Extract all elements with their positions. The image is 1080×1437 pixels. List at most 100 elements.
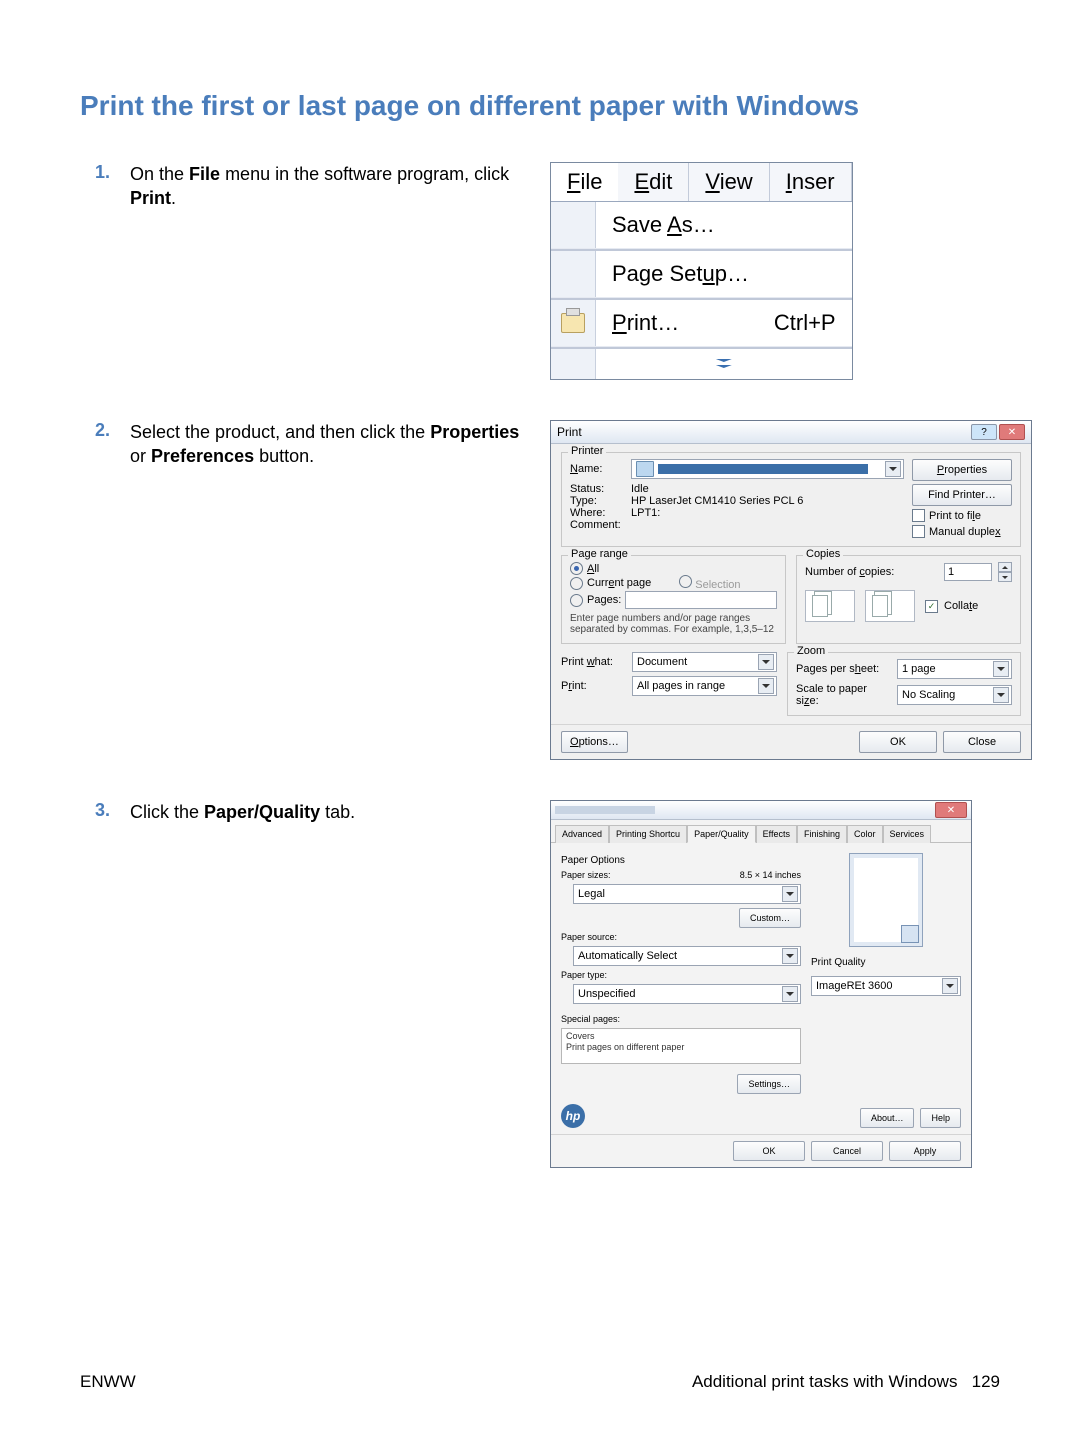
legend: Zoom [794,645,828,657]
selection-radio [679,575,692,588]
value: 1 page [902,663,936,675]
tabs: Advanced Printing Shortcu Paper/Quality … [551,820,971,843]
help-button[interactable]: ? [971,424,997,440]
list-item[interactable]: Covers [566,1031,796,1041]
t: On the [130,164,189,184]
chevron-down-icon [993,661,1009,677]
collate-checkbox[interactable] [925,600,938,613]
close-button[interactable]: ✕ [999,424,1025,440]
settings-button[interactable]: Settings… [737,1074,801,1094]
label: Comment: [570,519,625,531]
t: dit [649,169,672,194]
step-text: On the File menu in the software program… [130,162,520,211]
all-radio[interactable] [570,562,583,575]
label: Special pages: [561,1014,801,1024]
step-text: Click the Paper/Quality tab. [130,800,355,824]
menu-edit[interactable]: Edit [618,163,689,201]
tab-advanced[interactable]: Advanced [555,825,609,843]
cancel-button[interactable]: Cancel [811,1141,883,1161]
help-button[interactable]: Help [920,1108,961,1128]
print-what-combo[interactable]: Document [632,652,777,672]
step-number: 3. [80,800,110,824]
t: p… [715,261,749,286]
value: Document [637,656,687,668]
list-item[interactable]: Print pages on different paper [566,1042,796,1052]
print-quality-combo[interactable]: ImageREt 3600 [811,976,961,996]
menu-item-page-setup[interactable]: Page Setup… [551,251,852,297]
manual-duplex-checkbox[interactable] [912,525,925,538]
label: Print what: [561,656,626,668]
label: All [587,563,599,575]
menu-expand[interactable] [551,349,852,379]
properties-button[interactable]: Properties [912,459,1012,481]
custom-button[interactable]: Custom… [739,908,801,928]
menu-item-save-as[interactable]: Save As… [551,202,852,248]
tab-color[interactable]: Color [847,825,883,843]
paper-type-combo[interactable]: Unspecified [573,984,801,1004]
close-button[interactable]: ✕ [935,802,967,818]
shortcut: Ctrl+P [774,310,852,336]
t: Select the product, and then click the [130,422,430,442]
ok-button[interactable]: OK [733,1141,805,1161]
page-number: 129 [972,1372,1000,1391]
label: Manual duplex [929,526,1001,538]
label: Selection [695,579,740,591]
menu-item-print[interactable]: Print… Ctrl+P [551,300,852,346]
tab-services[interactable]: Services [883,825,932,843]
tab-effects[interactable]: Effects [756,825,797,843]
footer-right: Additional print tasks with Windows 129 [692,1372,1000,1392]
blank-icon [551,202,596,248]
paper-source-combo[interactable]: Automatically Select [573,946,801,966]
t: Print [130,188,171,208]
menu-file[interactable]: File [551,163,618,201]
value: All pages in range [637,680,725,692]
current-page-radio[interactable] [570,577,583,590]
menu-insert[interactable]: Inser [770,163,852,201]
copies-spinner[interactable] [998,562,1012,582]
legend: Print Quality [811,957,961,968]
copies-input[interactable]: 1 [944,563,992,581]
step-number: 1. [80,162,110,211]
pages-radio[interactable] [570,594,583,607]
dialog-titlebar: Print ? ✕ [551,421,1031,444]
dialog-title [555,806,655,814]
menu-view[interactable]: View [689,163,769,201]
tab-paper-quality[interactable]: Paper/Quality [687,825,756,843]
label: Pages: [587,594,621,606]
pages-per-sheet-combo[interactable]: 1 page [897,659,1012,679]
paper-size-combo[interactable]: Legal [573,884,801,904]
page-heading: Print the first or last page on differen… [80,90,1000,122]
t: E [634,169,649,194]
t: File [189,164,220,184]
hp-logo-icon: hp [561,1104,585,1128]
value: LPT1: [631,507,660,519]
label: Where: [570,507,625,519]
label: Collate [944,600,978,612]
about-button[interactable]: About… [860,1108,915,1128]
print-to-file-checkbox[interactable] [912,509,925,522]
dialog-titlebar: ✕ [551,801,971,820]
tab-finishing[interactable]: Finishing [797,825,847,843]
print-range-combo[interactable]: All pages in range [632,676,777,696]
t: u [703,261,715,286]
printer-name-combo[interactable] [631,459,904,479]
special-pages-list[interactable]: Covers Print pages on different paper [561,1028,801,1064]
file-dropdown: Save As… Page Setup… Print… Ctrl+P [551,202,852,379]
properties-dialog: ✕ Advanced Printing Shortcu Paper/Qualit… [550,800,972,1168]
value: Automatically Select [578,950,677,962]
value: Unspecified [578,988,635,1000]
t: ptions… [579,736,619,748]
footer-left: ENWW [80,1372,136,1392]
close-dialog-button[interactable]: Close [943,731,1021,753]
t: button. [254,446,314,466]
value: ImageREt 3600 [816,980,892,992]
find-printer-button[interactable]: Find Printer… [912,484,1012,506]
t: Preferences [151,446,254,466]
apply-button[interactable]: Apply [889,1141,961,1161]
ok-button[interactable]: OK [859,731,937,753]
tab-printing-shortcuts[interactable]: Printing Shortcu [609,825,687,843]
pages-input[interactable] [625,591,777,609]
options-button[interactable]: Options… [561,731,628,753]
scale-combo[interactable]: No Scaling [897,685,1012,705]
chevron-down-icon [942,978,958,994]
